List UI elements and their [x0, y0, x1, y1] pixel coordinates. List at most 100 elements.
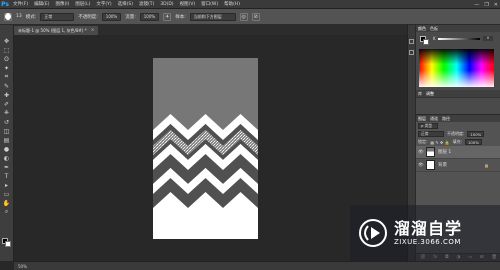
- pen-tool-icon[interactable]: ✒: [2, 163, 11, 171]
- minimize-icon[interactable]: —: [474, 2, 479, 8]
- zoom-tool-icon[interactable]: ⌕: [2, 208, 11, 216]
- layer-filter-select[interactable]: ρ 类型: [418, 123, 438, 129]
- airbrush-toggle-icon[interactable]: ✈: [163, 12, 172, 21]
- layer-opacity-input[interactable]: 100%: [467, 131, 485, 137]
- menu-type[interactable]: 文字(Y): [93, 1, 114, 7]
- menu-help[interactable]: 帮助(H): [221, 1, 243, 7]
- tool-preset-button[interactable]: [4, 12, 12, 21]
- color-panel: K 0: [416, 32, 500, 90]
- brush-preview-icon: [5, 13, 11, 20]
- hand-tool-icon[interactable]: ✋: [2, 199, 11, 207]
- mode-label: 模式:: [25, 14, 37, 20]
- type-tool-icon[interactable]: T: [2, 172, 11, 180]
- panel-background-swatch[interactable]: [423, 39, 429, 45]
- layer-thumbnail: [426, 160, 435, 170]
- color-spectrum[interactable]: [419, 49, 494, 87]
- mode-select[interactable]: 正常: [40, 12, 75, 21]
- history-brush-icon[interactable]: ↺: [2, 118, 11, 126]
- layers-panel-tabs: 图层 通道 路径: [416, 115, 500, 122]
- zoom-level[interactable]: 50%: [18, 264, 27, 269]
- tab-libraries[interactable]: 库: [418, 91, 422, 97]
- layer-thumbnail: [426, 147, 435, 157]
- pressure-size-icon[interactable]: ⊘: [251, 12, 260, 21]
- watermark: 溜溜自学 ZIXUE.3066.COM: [350, 205, 500, 261]
- menu-filter[interactable]: 滤镜(T): [136, 1, 157, 7]
- visibility-eye-icon[interactable]: 👁: [418, 163, 424, 168]
- flow-label: 流量:: [125, 14, 136, 20]
- layer-row-layer1[interactable]: 👁 图层 1: [416, 146, 500, 159]
- menu-edit[interactable]: 编辑(E): [31, 1, 52, 7]
- tab-swatches[interactable]: 色板: [430, 26, 438, 32]
- document-tab-bar: 未标题-1 @ 50% (图层 1, 灰色/8#) * ×: [14, 25, 407, 35]
- fill-input[interactable]: 100%: [465, 139, 482, 145]
- blur-tool-icon[interactable]: ●: [2, 145, 11, 153]
- document-tab[interactable]: 未标题-1 @ 50% (图层 1, 灰色/8#) * ×: [14, 26, 99, 35]
- document-canvas[interactable]: [153, 58, 258, 239]
- opacity-input[interactable]: 100%: [101, 12, 122, 21]
- eraser-icon[interactable]: ◫: [2, 127, 11, 135]
- options-bar: 13 模式: 正常 不透明度: 100% 流量: 100% ✈ 样本: 当前和下…: [0, 9, 500, 25]
- close-tab-icon[interactable]: ×: [91, 28, 95, 33]
- tab-channels[interactable]: 通道: [430, 116, 438, 122]
- move-tool-icon[interactable]: ✥: [2, 37, 11, 45]
- healing-brush-icon[interactable]: ✚: [2, 91, 11, 99]
- gradient-icon[interactable]: ▤: [2, 136, 11, 144]
- close-window-icon[interactable]: ✕: [494, 2, 498, 8]
- eyedropper-icon[interactable]: ✎: [2, 82, 11, 90]
- k-channel-label: K: [433, 36, 436, 41]
- status-bar: 50%: [14, 261, 500, 270]
- magic-wand-icon[interactable]: ✦: [2, 64, 11, 72]
- sample-select[interactable]: 当前和下方图层: [189, 12, 236, 21]
- menu-layer[interactable]: 图层(L): [72, 1, 93, 7]
- menu-view[interactable]: 视图(V): [177, 1, 199, 7]
- lock-icons[interactable]: ▦ ✎ ✥ 🔒: [430, 140, 449, 145]
- visibility-eye-icon[interactable]: 👁: [418, 150, 424, 155]
- k-channel-slider[interactable]: [438, 38, 480, 40]
- tab-paths[interactable]: 路径: [442, 116, 450, 122]
- k-channel-value[interactable]: 0: [483, 36, 493, 41]
- color-panel-tabs: 颜色 色板: [416, 25, 500, 32]
- menu-file[interactable]: 文件(F): [10, 1, 31, 7]
- tab-layers[interactable]: 图层: [418, 116, 426, 122]
- dodge-tool-icon[interactable]: ◐: [2, 154, 11, 162]
- layer-filter-row: ρ 类型: [416, 122, 500, 130]
- path-select-icon[interactable]: ▸: [2, 181, 11, 189]
- sample-label: 样本:: [175, 14, 186, 20]
- watermark-title: 溜溜自学: [394, 219, 463, 238]
- lock-icon: 🔒: [484, 162, 489, 168]
- layer-name: 背景: [438, 163, 447, 168]
- blend-row: 正常 不透明度: 100%: [416, 130, 500, 138]
- adjustments-tabs: 库 调整: [416, 90, 500, 97]
- menu-window[interactable]: 窗口(W): [198, 1, 221, 7]
- background-color-swatch[interactable]: [5, 241, 11, 247]
- shape-tool-icon[interactable]: ▭: [2, 190, 11, 198]
- layer-opacity-label: 不透明度:: [447, 131, 465, 136]
- brush-tool-icon[interactable]: ✐: [2, 100, 11, 108]
- tab-adjustments[interactable]: 调整: [426, 91, 434, 97]
- restore-icon[interactable]: ❐: [484, 2, 488, 8]
- menu-3d[interactable]: 3D(D): [157, 2, 176, 7]
- properties-panel-icon[interactable]: [409, 50, 414, 55]
- lock-label: 锁定:: [418, 139, 428, 144]
- layer-name: 图层 1: [438, 150, 452, 155]
- lasso-tool-icon[interactable]: ʘ: [2, 55, 11, 63]
- ignore-adjustment-icon[interactable]: ◎: [239, 12, 248, 21]
- photoshop-logo: Ps: [1, 0, 9, 8]
- menu-image[interactable]: 图像(I): [52, 1, 72, 7]
- tab-color[interactable]: 颜色: [418, 26, 426, 32]
- toolbar: ✥ ⬚ ʘ ✦ ⌗ ✎ ✚ ✐ ⎈ ↺ ◫ ▤ ● ◐ ✒ T ▸ ▭ ✋ ⌕: [0, 25, 14, 261]
- crop-tool-icon[interactable]: ⌗: [2, 73, 11, 81]
- flow-input[interactable]: 100%: [139, 12, 160, 21]
- canvas-workspace[interactable]: [14, 35, 407, 261]
- lock-row: 锁定: ▦ ✎ ✥ 🔒 填充: 100%: [416, 138, 500, 146]
- fill-label: 填充:: [452, 139, 462, 144]
- marquee-tool-icon[interactable]: ⬚: [2, 46, 11, 54]
- history-panel-icon[interactable]: [409, 39, 414, 44]
- blend-mode-select[interactable]: 正常: [418, 131, 444, 137]
- clone-stamp-icon[interactable]: ⎈: [2, 109, 11, 117]
- brush-size-value[interactable]: 13: [16, 14, 22, 19]
- canvas-artwork: [153, 58, 258, 239]
- opacity-label: 不透明度:: [78, 14, 98, 20]
- menu-select[interactable]: 选择(S): [115, 1, 136, 7]
- layer-row-background[interactable]: 👁 背景 🔒: [416, 159, 500, 172]
